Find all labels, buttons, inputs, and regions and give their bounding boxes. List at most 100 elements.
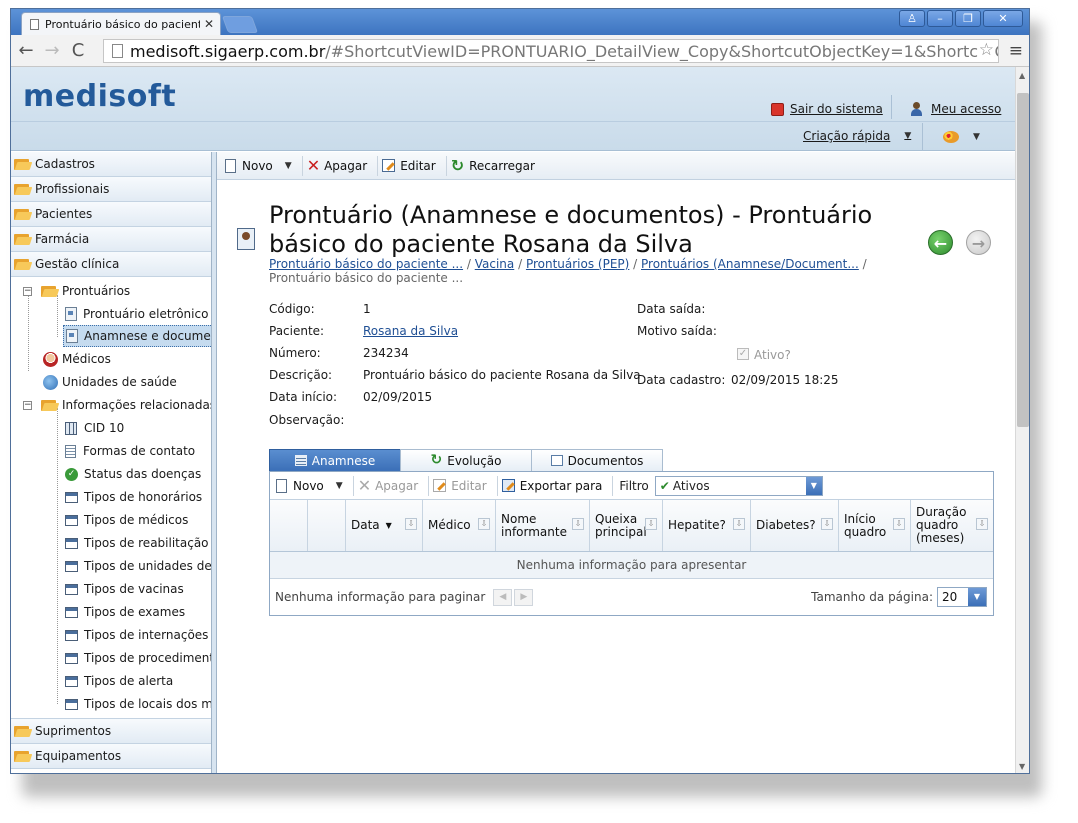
export-button[interactable]: Exportar para: [500, 475, 611, 497]
sidebar-group-pacientes[interactable]: Pacientes: [11, 202, 215, 227]
column-inicio-quadro[interactable]: Início quadro ⇩: [839, 500, 911, 551]
tree-node-formas-contato[interactable]: Formas de contato: [65, 440, 195, 462]
tree-node-info-relacionadas[interactable]: − Informações relacionadas: [23, 394, 215, 416]
restore-button[interactable]: ❐: [955, 10, 981, 27]
new-button[interactable]: Novo ▼: [223, 155, 300, 177]
tree-node-tipos-unidades[interactable]: Tipos de unidades de s: [65, 555, 215, 577]
tree-node-tipos-alerta[interactable]: Tipos de alerta: [65, 670, 173, 692]
tree-node-tipos-honorarios[interactable]: Tipos de honorários: [65, 486, 202, 508]
sidebar-group-suprimentos[interactable]: Suprimentos: [11, 719, 215, 744]
tab-anamnese[interactable]: Anamnese: [269, 449, 401, 471]
breadcrumb-link[interactable]: Prontuário básico do paciente ...: [269, 257, 463, 271]
expand-column: [308, 500, 346, 551]
column-duracao-quadro[interactable]: Duração quadro (meses) ⇩: [911, 500, 993, 551]
logout-link[interactable]: Sair do sistema: [771, 102, 883, 116]
tab-documentos[interactable]: Documentos: [531, 449, 663, 471]
paciente-link[interactable]: Rosana da Silva: [363, 324, 458, 338]
select-column[interactable]: [270, 500, 308, 551]
edit-icon: [382, 159, 396, 172]
chevron-down-icon[interactable]: ▼: [968, 588, 986, 606]
column-data[interactable]: Data ▼ ⇩: [346, 500, 423, 551]
column-nome-informante[interactable]: Nome informante ⇩: [496, 500, 590, 551]
scroll-up-icon[interactable]: ▲: [1019, 71, 1025, 80]
my-access-link[interactable]: Meu acesso: [911, 102, 1001, 116]
sidebar-group-cadastros[interactable]: Cadastros: [11, 152, 215, 177]
back-arrow-icon[interactable]: ←: [15, 40, 37, 61]
minimize-button[interactable]: –: [927, 10, 953, 27]
chevron-down-icon[interactable]: ▼: [805, 476, 822, 495]
tree-node-tipos-procedimento[interactable]: Tipos de procedimento: [65, 647, 215, 669]
tree-node-tipos-internacoes[interactable]: Tipos de internações: [65, 624, 208, 646]
forward-circle-icon[interactable]: →: [966, 230, 991, 255]
reload-icon[interactable]: C: [67, 40, 89, 61]
tree-node-prontuario-eletronico[interactable]: Prontuário eletrônico do: [65, 303, 215, 325]
tree-node-unidades[interactable]: Unidades de saúde: [43, 371, 177, 393]
filter-icon[interactable]: ⇩: [645, 518, 657, 530]
scrollbar-thumb[interactable]: [1017, 93, 1029, 427]
browser-tab[interactable]: Prontuário básico do paciente ✕: [21, 12, 221, 35]
page-scrollbar[interactable]: ▲ ▼: [1015, 67, 1029, 773]
sidebar-group-farmacia[interactable]: Farmácia: [11, 227, 215, 252]
new-tab-button[interactable]: [221, 16, 259, 33]
next-page-icon[interactable]: ▶: [514, 588, 534, 606]
edit-button[interactable]: Editar: [380, 155, 444, 177]
tree-node-tipos-reabilitacao[interactable]: Tipos de reabilitação: [65, 532, 209, 554]
delete-button[interactable]: ✕ Apagar: [305, 155, 376, 177]
collapse-icon[interactable]: −: [23, 286, 32, 296]
filter-icon[interactable]: ⇩: [478, 518, 490, 530]
tree-node-tipos-locais[interactable]: Tipos de locais dos mé: [65, 693, 215, 715]
scroll-down-icon[interactable]: ▼: [1019, 762, 1025, 771]
page-size-select[interactable]: 20 ▼: [937, 587, 987, 607]
paciente-label: Paciente:: [269, 324, 325, 338]
theme-menu[interactable]: ▼: [943, 131, 980, 143]
column-label: Data: [351, 518, 380, 532]
filter-select[interactable]: ✔ Ativos ▼: [654, 475, 823, 496]
grid-edit-button[interactable]: Editar: [431, 475, 495, 497]
chevron-down-icon[interactable]: ▼: [336, 481, 343, 491]
quick-create-menu[interactable]: Criação rápida ▼: [803, 129, 911, 143]
column-hepatite[interactable]: Hepatite? ⇩: [663, 500, 751, 551]
close-tab-icon[interactable]: ✕: [204, 17, 214, 31]
breadcrumb-link[interactable]: Prontuários (PEP): [526, 257, 629, 271]
tree-node-anamnese[interactable]: Anamnese e documentos: [63, 325, 215, 347]
forward-arrow-icon[interactable]: →: [41, 40, 63, 61]
tree-node-tipos-exames[interactable]: Tipos de exames: [65, 601, 185, 623]
tree-node-medicos[interactable]: Médicos: [43, 348, 111, 370]
menu-icon[interactable]: ≡: [1009, 41, 1023, 61]
tree-node-tipos-vacinas[interactable]: Tipos de vacinas: [65, 578, 184, 600]
collapse-icon[interactable]: −: [23, 400, 32, 410]
filter-label: Filtro: [619, 478, 649, 493]
close-window-button[interactable]: ✕: [983, 10, 1023, 27]
prev-page-icon[interactable]: ◀: [493, 588, 513, 606]
column-label: Duração quadro (meses): [916, 505, 967, 545]
profile-icon[interactable]: ♙: [899, 10, 925, 27]
chevron-down-icon[interactable]: ▼: [285, 161, 292, 171]
sidebar-group-profissionais[interactable]: Profissionais: [11, 177, 215, 202]
sidebar-group-gestao-clinica[interactable]: Gestão clínica: [11, 252, 215, 277]
breadcrumb-link[interactable]: Prontuários (Anamnese/Document...: [641, 257, 859, 271]
filter-icon[interactable]: ⇩: [821, 518, 833, 530]
filter-icon[interactable]: ⇩: [405, 518, 417, 530]
sidebar-group-equipamentos[interactable]: Equipamentos: [11, 744, 215, 769]
reload-button[interactable]: ↻ Recarregar: [449, 155, 543, 177]
tree-node-tipos-medicos[interactable]: Tipos de médicos: [65, 509, 188, 531]
filter-icon[interactable]: ⇩: [893, 518, 905, 530]
filter-icon[interactable]: ⇩: [976, 518, 988, 530]
grid-new-button[interactable]: Novo ▼: [274, 475, 351, 497]
tree-node-status-doencas[interactable]: ✓ Status das doenças: [65, 463, 201, 485]
column-queixa-principal[interactable]: Queixa principal ⇩: [590, 500, 663, 551]
back-circle-icon[interactable]: ←: [928, 230, 953, 255]
column-label: Hepatite?: [668, 518, 726, 532]
filter-icon[interactable]: ⇩: [733, 518, 745, 530]
url-field[interactable]: medisoft.sigaerp.com.br/#ShortcutViewID=…: [103, 39, 999, 63]
filter-icon[interactable]: ⇩: [572, 518, 584, 530]
tree-node-prontuarios[interactable]: − Prontuários: [23, 280, 130, 302]
grid-delete-button[interactable]: ✕ Apagar: [356, 475, 427, 497]
column-medico[interactable]: Médico ⇩: [423, 500, 496, 551]
bookmark-star-icon[interactable]: ☆: [978, 40, 994, 60]
tree-node-cid10[interactable]: CID 10: [65, 417, 124, 439]
data-inicio-value: 02/09/2015: [363, 390, 433, 404]
column-diabetes[interactable]: Diabetes? ⇩: [751, 500, 839, 551]
breadcrumb-link[interactable]: Vacina: [475, 257, 515, 271]
tab-evolucao[interactable]: ↻ Evolução: [400, 449, 532, 471]
